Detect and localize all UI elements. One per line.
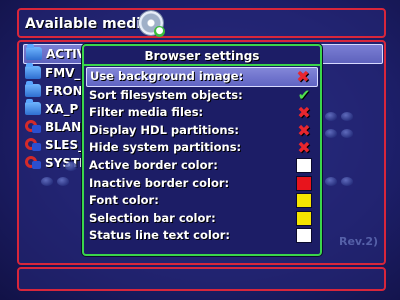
color-swatch[interactable]: [296, 210, 312, 226]
folder-icon: [26, 44, 42, 60]
setting-row[interactable]: Selection bar color:: [86, 210, 318, 228]
setting-row[interactable]: Inactive border color:: [86, 175, 318, 193]
decoration-orb: [341, 129, 353, 138]
setting-label: Sort filesystem objects:: [89, 87, 243, 102]
setting-row[interactable]: Hide system partitions: ✖: [86, 139, 318, 157]
decoration-orb: [341, 177, 353, 186]
folder-icon: [25, 63, 41, 79]
decoration-orb: [41, 177, 53, 186]
status-line: [17, 267, 386, 291]
browser-settings-dialog: Browser settings Use background image: ✖ S…: [82, 44, 322, 256]
color-swatch[interactable]: [296, 193, 312, 209]
setting-row[interactable]: Use background image: ✖: [86, 67, 318, 87]
setting-label: Font color:: [89, 193, 159, 208]
file-name: SLES_: [45, 138, 85, 152]
setting-label: Active border color:: [89, 157, 218, 172]
setting-row[interactable]: Status line text color:: [86, 227, 318, 245]
setting-label: Inactive border color:: [89, 175, 230, 190]
decoration-orb: [325, 129, 337, 138]
decoration-orb: [341, 112, 353, 121]
setting-label: Display HDL partitions:: [89, 122, 239, 137]
color-swatch[interactable]: [296, 175, 312, 191]
background-text: Rev.2): [339, 235, 379, 248]
dialog-title: Browser settings: [84, 48, 320, 66]
folder-icon: [25, 99, 41, 115]
file-name: ACTIV: [46, 47, 87, 61]
setting-label: Status line text color:: [89, 228, 230, 243]
screen: Available media: ● ACTIV FMV_P FRONT XA_P BL…: [0, 0, 400, 300]
media-header: Available media: ●: [17, 8, 386, 38]
color-swatch[interactable]: [296, 228, 312, 244]
setting-label: Filter media files:: [89, 105, 204, 120]
color-swatch[interactable]: [296, 157, 312, 173]
setting-row[interactable]: Active border color:: [86, 157, 318, 175]
setting-row[interactable]: Display HDL partitions: ✖: [86, 122, 318, 140]
setting-row[interactable]: Sort filesystem objects: ✔: [86, 87, 318, 105]
header-title: Available media:: [25, 16, 157, 32]
setting-label: Hide system partitions:: [89, 140, 242, 155]
cross-icon[interactable]: ✖: [296, 140, 312, 156]
file-name: BLANI: [45, 120, 86, 134]
decoration-orb: [325, 177, 337, 186]
disc-ready-icon: ●: [154, 26, 165, 37]
folder-icon: [25, 81, 41, 97]
setting-label: Use background image:: [90, 69, 244, 83]
file-name: XA_P: [45, 102, 79, 116]
setting-row[interactable]: Font color:: [86, 192, 318, 210]
cross-icon[interactable]: ✖: [295, 69, 311, 85]
decoration-orb: [57, 177, 69, 186]
setting-label: Selection bar color:: [89, 210, 216, 225]
checkmark-icon[interactable]: ✔: [296, 87, 312, 103]
decoration-orb: [325, 112, 337, 121]
cross-icon[interactable]: ✖: [296, 122, 312, 138]
setting-row[interactable]: Filter media files: ✖: [86, 104, 318, 122]
disc-icon[interactable]: ●: [139, 11, 165, 37]
settings-list: Use background image: ✖ Sort filesystem ob…: [86, 67, 318, 245]
elf-icon: [25, 120, 41, 133]
elf-icon: [25, 138, 41, 151]
decoration-orb: [65, 162, 77, 171]
elf-icon: [25, 156, 41, 169]
cross-icon[interactable]: ✖: [296, 105, 312, 121]
